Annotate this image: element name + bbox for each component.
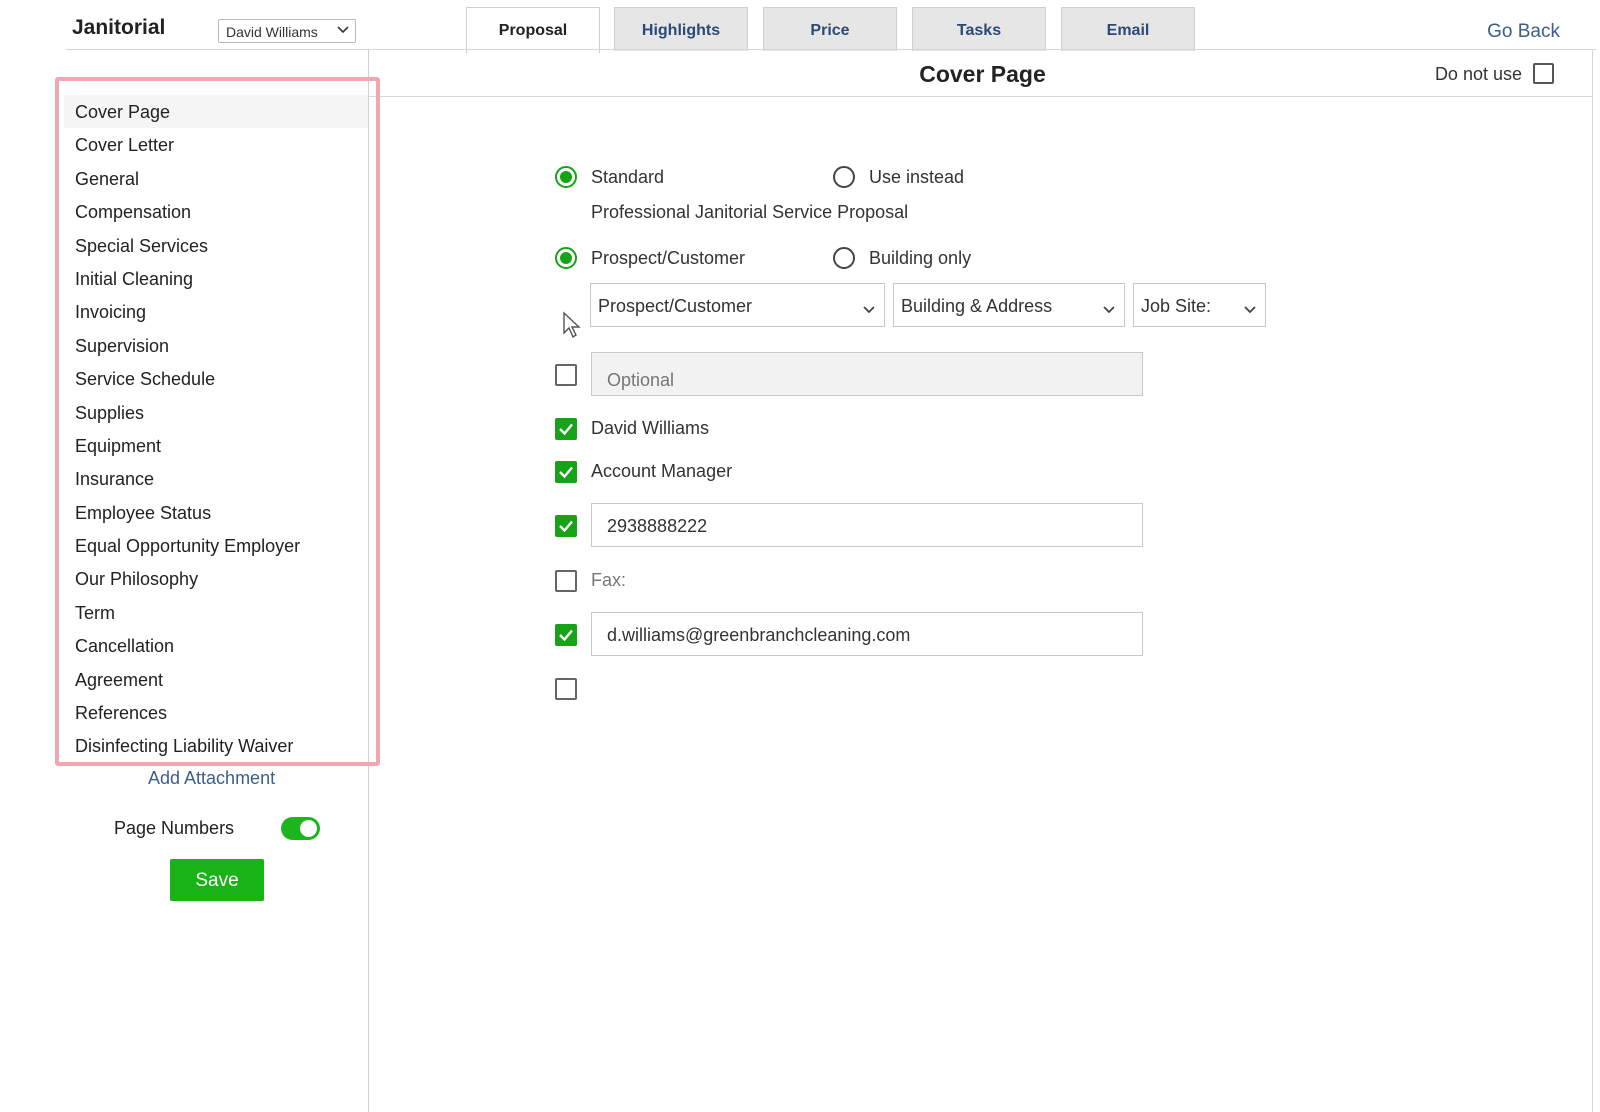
check-icon xyxy=(559,423,573,436)
check-icon xyxy=(559,466,573,479)
mouse-cursor-icon xyxy=(562,311,582,344)
chevron-down-icon xyxy=(1102,300,1116,321)
check-icon xyxy=(559,520,573,533)
name-checkbox[interactable] xyxy=(555,418,577,440)
standard-title-text: Professional Janitorial Service Proposal xyxy=(591,202,909,222)
do-not-use-label: Do not use xyxy=(1434,64,1522,84)
use-instead-radio[interactable] xyxy=(833,166,855,188)
name-label: David Williams xyxy=(591,418,710,438)
use-instead-label: Use instead xyxy=(869,167,965,187)
sidebar-item-term[interactable]: Term xyxy=(64,596,368,629)
standard-radio[interactable] xyxy=(555,166,577,188)
go-back-link[interactable]: Go Back xyxy=(1487,21,1560,43)
email-input[interactable]: d.williams@greenbranchcleaning.com xyxy=(591,612,1143,656)
fax-label: Fax: xyxy=(591,570,627,590)
fax-checkbox[interactable] xyxy=(555,570,577,592)
sidebar-item-invoicing[interactable]: Invoicing xyxy=(64,295,368,328)
section-title-divider xyxy=(369,96,1592,97)
building-address-select[interactable]: Building & Address xyxy=(893,283,1125,327)
building-address-select-value: Building & Address xyxy=(901,296,1053,316)
add-attachment-link[interactable]: Add Attachment xyxy=(148,768,275,789)
email-checkbox[interactable] xyxy=(555,624,577,646)
sidebar-item-service-schedule[interactable]: Service Schedule xyxy=(64,362,368,395)
sidebar-item-equal-opportunity-employer[interactable]: Equal Opportunity Employer xyxy=(64,529,368,562)
sidebar-item-initial-cleaning[interactable]: Initial Cleaning xyxy=(64,262,368,295)
save-button[interactable]: Save xyxy=(170,859,264,901)
header-divider xyxy=(66,49,1596,50)
job-site-select[interactable]: Job Site: xyxy=(1133,283,1266,327)
optional-input[interactable] xyxy=(591,352,1143,396)
prospect-customer-select-value: Prospect/Customer xyxy=(598,296,753,316)
user-select-value: David Williams xyxy=(226,24,318,40)
chevron-down-icon xyxy=(1243,300,1257,321)
building-only-label: Building only xyxy=(869,248,972,268)
sidebar-item-general[interactable]: General xyxy=(64,162,368,195)
user-select[interactable]: David Williams xyxy=(218,19,356,43)
toggle-knob xyxy=(300,820,317,837)
role-checkbox[interactable] xyxy=(555,461,577,483)
extra-checkbox[interactable] xyxy=(555,678,577,700)
content-right-border xyxy=(1592,50,1593,1112)
sidebar-item-cover-page[interactable]: Cover Page xyxy=(64,95,368,129)
chevron-down-icon xyxy=(337,23,349,40)
sidebar-nav: Cover Page Cover Letter General Compensatio… xyxy=(64,95,368,763)
tab-email[interactable]: Email xyxy=(1061,7,1195,51)
prospect-customer-select[interactable]: Prospect/Customer xyxy=(590,283,885,327)
role-label: Account Manager xyxy=(591,461,733,481)
optional-checkbox[interactable] xyxy=(555,364,577,386)
sidebar-item-supplies[interactable]: Supplies xyxy=(64,396,368,429)
tab-price[interactable]: Price xyxy=(763,7,897,51)
check-icon xyxy=(559,629,573,642)
sidebar-item-employee-status[interactable]: Employee Status xyxy=(64,496,368,529)
phone-checkbox[interactable] xyxy=(555,515,577,537)
tab-proposal[interactable]: Proposal xyxy=(466,7,600,53)
sidebar-item-references[interactable]: References xyxy=(64,696,368,729)
standard-label: Standard xyxy=(591,167,665,187)
tab-tasks[interactable]: Tasks xyxy=(912,7,1046,51)
chevron-down-icon xyxy=(862,300,876,321)
building-only-radio[interactable] xyxy=(833,247,855,269)
job-site-select-value: Job Site: xyxy=(1141,296,1212,316)
sidebar-item-our-philosophy[interactable]: Our Philosophy xyxy=(64,562,368,595)
do-not-use-checkbox[interactable] xyxy=(1533,63,1554,84)
sidebar-item-cover-letter[interactable]: Cover Letter xyxy=(64,128,368,161)
prospect-customer-radio[interactable] xyxy=(555,247,577,269)
sidebar-item-special-services[interactable]: Special Services xyxy=(64,229,368,262)
sidebar-item-cancellation[interactable]: Cancellation xyxy=(64,629,368,662)
sidebar-item-compensation[interactable]: Compensation xyxy=(64,195,368,228)
page-numbers-label: Page Numbers xyxy=(114,818,235,838)
sidebar-item-equipment[interactable]: Equipment xyxy=(64,429,368,462)
sidebar-item-agreement[interactable]: Agreement xyxy=(64,663,368,696)
phone-input[interactable]: 2938888222 xyxy=(591,503,1143,547)
sidebar-item-insurance[interactable]: Insurance xyxy=(64,462,368,495)
app-title: Janitorial xyxy=(72,16,166,39)
page-numbers-toggle[interactable] xyxy=(281,817,320,840)
sidebar-item-supervision[interactable]: Supervision xyxy=(64,329,368,362)
prospect-customer-label: Prospect/Customer xyxy=(591,248,746,268)
tab-highlights[interactable]: Highlights xyxy=(614,7,748,51)
sidebar-item-disinfecting-liability-waiver[interactable]: Disinfecting Liability Waiver xyxy=(64,729,368,762)
